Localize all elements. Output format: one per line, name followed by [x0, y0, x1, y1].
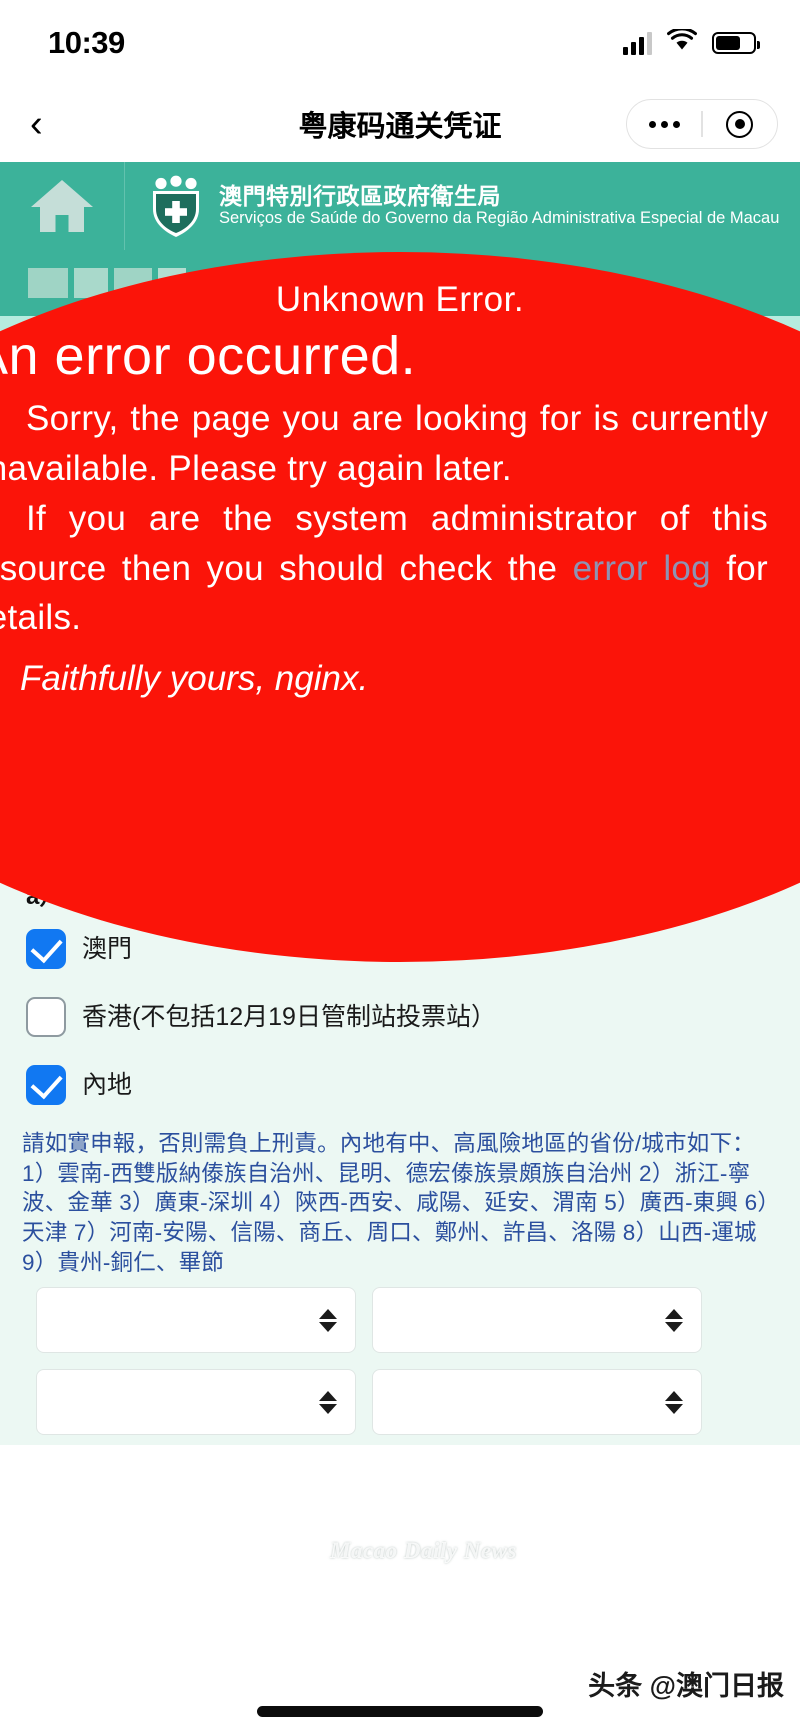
chevron-updown-icon	[665, 1390, 683, 1414]
cellular-bars-icon	[623, 31, 652, 55]
agency-identity: 澳門特別行政區政府衛生局 Serviços de Saúde do Govern…	[125, 175, 779, 237]
error-paragraph-1: Sorry, the page you are looking for is c…	[0, 399, 768, 489]
location-select-grid	[0, 1281, 800, 1445]
travel-checkbox-hongkong[interactable]	[26, 997, 66, 1037]
home-indicator-bar	[257, 1706, 543, 1717]
error-signature: Faithfully yours, nginx.	[20, 658, 369, 698]
navigation-bar: ‹ 粤康码通关凭证	[0, 86, 800, 162]
wechat-capsule	[626, 99, 778, 149]
checkbox-row[interactable]: 內地	[0, 1051, 800, 1119]
gov-header: 澳門特別行政區政府衛生局 Serviços de Saúde do Govern…	[0, 162, 800, 250]
nginx-error-overlay: Unknown Error. An error occurred. Sorry,…	[0, 252, 800, 962]
chevron-updown-icon	[319, 1308, 337, 1332]
back-button[interactable]: ‹	[30, 105, 90, 143]
error-log-link[interactable]: error log	[573, 549, 711, 588]
status-time: 10:39	[48, 25, 125, 60]
agency-name-cn: 澳門特別行政區政府衛生局	[219, 182, 501, 209]
risk-area-notice: 請如實申報，否則需負上刑責。內地有中、高風險地區的省份/城市如下： 1）雲南-西…	[22, 1131, 769, 1275]
travel-label-hongkong: 香港(不包括12月19日管制站投票站）	[82, 1003, 496, 1031]
error-paragraph-2: If you are the system administrator of t…	[0, 494, 768, 643]
more-menu-button[interactable]	[627, 100, 701, 148]
province-select-1[interactable]	[36, 1287, 356, 1354]
chevron-updown-icon	[319, 1390, 337, 1414]
error-overlay-content: Unknown Error. An error occurred. Sorry,…	[0, 252, 770, 699]
agency-name: 澳門特別行政區政府衛生局 Serviços de Saúde do Govern…	[219, 183, 779, 229]
status-bar: 10:39	[0, 0, 800, 86]
home-button[interactable]	[0, 162, 125, 250]
travel-checkbox-macau[interactable]	[26, 929, 66, 969]
close-miniprogram-button[interactable]	[703, 100, 777, 148]
battery-icon	[712, 32, 760, 54]
province-select-2[interactable]	[36, 1369, 356, 1436]
travel-checkbox-mainland[interactable]	[26, 1065, 66, 1105]
health-shield-icon	[147, 175, 205, 237]
more-dots-icon	[648, 120, 680, 128]
agency-name-pt: Serviços de Saúde do Governo da Região A…	[219, 209, 780, 228]
wifi-icon	[667, 27, 697, 57]
toutiao-watermark: 头条 @澳门日报	[588, 1671, 784, 1701]
city-select-2[interactable]	[372, 1369, 702, 1436]
chevron-updown-icon	[665, 1308, 683, 1332]
error-subtitle: An error occurred.	[0, 326, 417, 386]
target-circle-icon	[726, 110, 754, 138]
status-icon-group	[623, 27, 760, 57]
error-title: Unknown Error.	[275, 280, 525, 319]
home-icon	[31, 180, 93, 232]
travel-label-macau: 澳門	[82, 935, 133, 963]
travel-label-mainland: 內地	[82, 1071, 133, 1099]
checkbox-row[interactable]: 香港(不包括12月19日管制站投票站）	[0, 983, 800, 1051]
macao-daily-watermark: Macao Daily News	[330, 1538, 517, 1563]
city-select-1[interactable]	[372, 1287, 702, 1354]
